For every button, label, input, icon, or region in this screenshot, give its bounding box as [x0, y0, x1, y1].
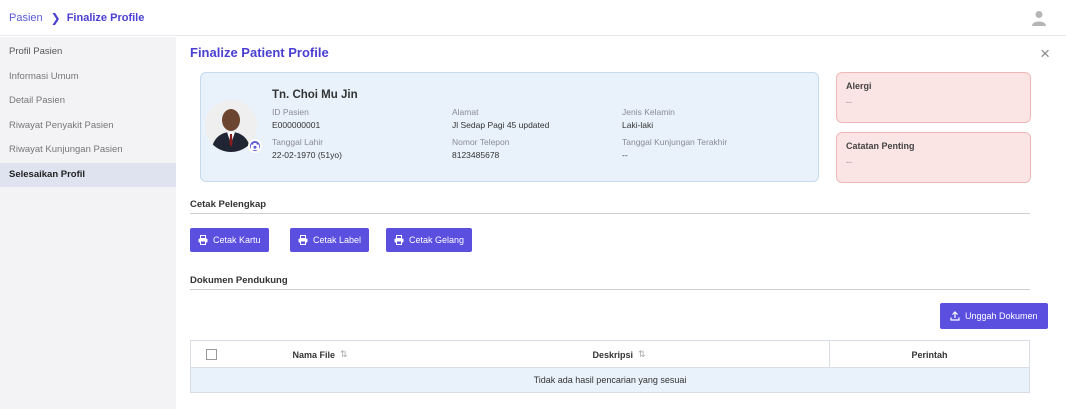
patient-id-label: ID Pasien [272, 107, 309, 117]
dob-label: Tanggal Lahir [272, 137, 324, 147]
dob-value: 22-02-1970 (51yo) [272, 150, 342, 160]
print-label-button[interactable]: Cetak Label [290, 228, 370, 252]
important-notes-value: -- [846, 157, 852, 167]
documents-table: Nama File ⇅ Deskripsi ⇅ Perintah Tidak ada… [190, 340, 1030, 393]
divider [190, 289, 1030, 290]
last-visit-value: -- [622, 150, 628, 160]
allergy-title: Alergi [846, 81, 872, 91]
allergy-value: -- [846, 97, 852, 107]
print-bracelet-label: Cetak Gelang [409, 235, 465, 245]
patient-name: Tn. Choi Mu Jin [272, 89, 358, 101]
print-label-label: Cetak Label [313, 235, 362, 245]
column-nama-file-label: Nama File [292, 349, 335, 360]
upload-document-button[interactable]: Unggah Dokumen [940, 303, 1048, 329]
print-card-button[interactable]: Cetak Kartu [190, 228, 269, 252]
select-all-cell [191, 341, 231, 368]
column-perintah: Perintah [829, 341, 1029, 368]
column-deskripsi[interactable]: Deskripsi ⇅ [409, 341, 829, 368]
select-all-checkbox[interactable] [205, 349, 217, 360]
print-icon [298, 235, 308, 245]
print-icon [198, 235, 208, 245]
phone-label: Nomor Telepon [452, 137, 510, 147]
sidebar-item-informasi-umum[interactable]: Informasi Umum [0, 65, 176, 90]
column-deskripsi-label: Deskripsi [592, 349, 633, 360]
breadcrumb-current: Finalize Profile [66, 11, 145, 24]
empty-table-message: Tidak ada hasil pencarian yang sesuai [533, 375, 687, 385]
patient-id-value: E000000001 [272, 120, 321, 130]
sidebar-item-riwayat-penyakit[interactable]: Riwayat Penyakit Pasien [0, 114, 176, 139]
last-visit-label: Tanggal Kunjungan Terakhir [622, 137, 728, 147]
print-card-label: Cetak Kartu [213, 235, 261, 245]
empty-table-row: Tidak ada hasil pencarian yang sesuai [191, 368, 1029, 392]
table-header: Nama File ⇅ Deskripsi ⇅ Perintah [191, 341, 1029, 368]
print-icon [394, 235, 404, 245]
address-value: Jl Sedap Pagi 45 updated [452, 120, 550, 130]
main-content: Finalize Patient Profile × Tn. Choi Mu J… [176, 37, 1066, 409]
sidebar-item-riwayat-kunjungan[interactable]: Riwayat Kunjungan Pasien [0, 138, 176, 163]
sidebar: Profil Pasien Informasi Umum Detail Pasi… [0, 37, 176, 409]
docs-section-title: Dokumen Pendukung [190, 275, 288, 286]
sidebar-item-selesaikan-profil[interactable]: Selesaikan Profil [0, 162, 176, 187]
gender-value: Laki-laki [622, 120, 654, 130]
address-label: Alamat [452, 107, 479, 117]
top-bar: Pasien ❯ Finalize Profile [0, 0, 1066, 36]
divider [190, 213, 1030, 214]
important-notes-card: Catatan Penting -- [836, 132, 1031, 183]
camera-icon[interactable] [248, 139, 262, 153]
sidebar-item-detail-pasien[interactable]: Detail Pasien [0, 89, 176, 114]
sort-icon[interactable]: ⇅ [340, 349, 348, 360]
upload-icon [950, 311, 960, 321]
print-section-title: Cetak Pelengkap [190, 199, 267, 210]
print-bracelet-button[interactable]: Cetak Gelang [386, 228, 473, 252]
sort-icon[interactable]: ⇅ [638, 349, 646, 360]
chevron-right-icon: ❯ [50, 10, 61, 25]
user-icon[interactable] [1032, 10, 1046, 26]
column-perintah-label: Perintah [911, 349, 948, 360]
close-icon[interactable]: × [1040, 45, 1050, 62]
important-notes-title: Catatan Penting [846, 141, 915, 151]
upload-document-label: Unggah Dokumen [965, 311, 1038, 321]
breadcrumb-parent[interactable]: Pasien [9, 12, 43, 24]
patient-summary-card: Tn. Choi Mu Jin ID Pasien E000000001 Tan… [200, 72, 819, 182]
allergy-card: Alergi -- [836, 72, 1031, 123]
page-title: Finalize Patient Profile [190, 45, 329, 60]
gender-label: Jenis Kelamin [622, 107, 675, 117]
sidebar-item-profil-pasien[interactable]: Profil Pasien [0, 40, 176, 65]
column-nama-file[interactable]: Nama File ⇅ [231, 341, 409, 368]
phone-value: 8123485678 [452, 150, 500, 160]
